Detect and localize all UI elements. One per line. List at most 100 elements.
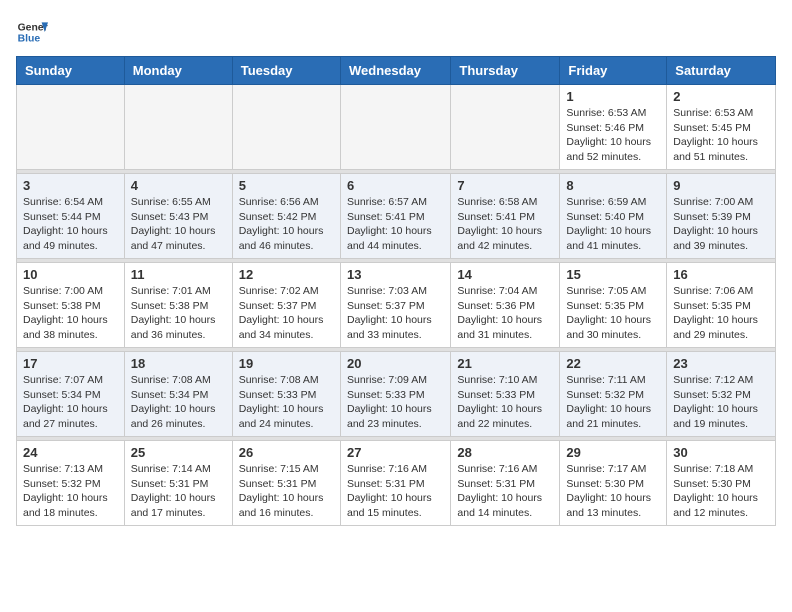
day-info: Sunrise: 6:55 AM Sunset: 5:43 PM Dayligh… [131,195,226,254]
day-number: 20 [347,356,444,371]
day-info: Sunrise: 7:17 AM Sunset: 5:30 PM Dayligh… [566,462,660,521]
day-number: 5 [239,178,334,193]
day-number: 19 [239,356,334,371]
day-cell-8: 8 Sunrise: 6:59 AM Sunset: 5:40 PM Daylig… [560,174,667,259]
weekday-header-friday: Friday [560,57,667,85]
day-info: Sunrise: 7:13 AM Sunset: 5:32 PM Dayligh… [23,462,118,521]
day-cell-19: 19 Sunrise: 7:08 AM Sunset: 5:33 PM Dayli… [232,352,340,437]
weekday-header-row: SundayMondayTuesdayWednesdayThursdayFrid… [17,57,776,85]
empty-cell [340,85,450,170]
day-number: 30 [673,445,769,460]
day-info: Sunrise: 7:10 AM Sunset: 5:33 PM Dayligh… [457,373,553,432]
day-number: 29 [566,445,660,460]
weekday-header-monday: Monday [124,57,232,85]
day-cell-12: 12 Sunrise: 7:02 AM Sunset: 5:37 PM Dayli… [232,263,340,348]
day-info: Sunrise: 7:08 AM Sunset: 5:33 PM Dayligh… [239,373,334,432]
day-number: 14 [457,267,553,282]
day-cell-21: 21 Sunrise: 7:10 AM Sunset: 5:33 PM Dayli… [451,352,560,437]
week-row-5: 24 Sunrise: 7:13 AM Sunset: 5:32 PM Dayli… [17,441,776,526]
day-cell-4: 4Sunrise: 6:55 AM Sunset: 5:43 PM Daylig… [124,174,232,259]
logo-icon: General Blue [16,16,48,48]
day-info: Sunrise: 7:16 AM Sunset: 5:31 PM Dayligh… [457,462,553,521]
day-info: Sunrise: 7:00 AM Sunset: 5:39 PM Dayligh… [673,195,769,254]
day-cell-29: 29 Sunrise: 7:17 AM Sunset: 5:30 PM Dayli… [560,441,667,526]
day-cell-22: 22Sunrise: 7:11 AM Sunset: 5:32 PM Dayli… [560,352,667,437]
empty-cell [17,85,125,170]
day-number: 10 [23,267,118,282]
weekday-header-saturday: Saturday [667,57,776,85]
day-number: 15 [566,267,660,282]
day-number: 6 [347,178,444,193]
day-number: 21 [457,356,553,371]
day-cell-18: 18 Sunrise: 7:08 AM Sunset: 5:34 PM Dayli… [124,352,232,437]
day-info: Sunrise: 7:04 AM Sunset: 5:36 PM Dayligh… [457,284,553,343]
week-row-3: 10 Sunrise: 7:00 AM Sunset: 5:38 PM Dayli… [17,263,776,348]
day-info: Sunrise: 7:05 AM Sunset: 5:35 PM Dayligh… [566,284,660,343]
empty-cell [451,85,560,170]
day-number: 18 [131,356,226,371]
day-number: 26 [239,445,334,460]
day-number: 24 [23,445,118,460]
week-row-2: 3Sunrise: 6:54 AM Sunset: 5:44 PM Daylig… [17,174,776,259]
day-number: 25 [131,445,226,460]
day-cell-26: 26 Sunrise: 7:15 AM Sunset: 5:31 PM Dayli… [232,441,340,526]
day-number: 7 [457,178,553,193]
day-info: Sunrise: 7:14 AM Sunset: 5:31 PM Dayligh… [131,462,226,521]
logo: General Blue [16,16,52,48]
day-cell-17: 17Sunrise: 7:07 AM Sunset: 5:34 PM Dayli… [17,352,125,437]
day-cell-23: 23 Sunrise: 7:12 AM Sunset: 5:32 PM Dayli… [667,352,776,437]
day-cell-25: 25 Sunrise: 7:14 AM Sunset: 5:31 PM Dayli… [124,441,232,526]
day-number: 27 [347,445,444,460]
day-cell-6: 6 Sunrise: 6:57 AM Sunset: 5:41 PM Daylig… [340,174,450,259]
day-info: Sunrise: 7:08 AM Sunset: 5:34 PM Dayligh… [131,373,226,432]
day-info: Sunrise: 6:59 AM Sunset: 5:40 PM Dayligh… [566,195,660,254]
day-cell-20: 20 Sunrise: 7:09 AM Sunset: 5:33 PM Dayli… [340,352,450,437]
day-number: 3 [23,178,118,193]
day-number: 23 [673,356,769,371]
day-cell-3: 3Sunrise: 6:54 AM Sunset: 5:44 PM Daylig… [17,174,125,259]
day-info: Sunrise: 7:01 AM Sunset: 5:38 PM Dayligh… [131,284,226,343]
weekday-header-sunday: Sunday [17,57,125,85]
day-info: Sunrise: 7:18 AM Sunset: 5:30 PM Dayligh… [673,462,769,521]
empty-cell [124,85,232,170]
day-cell-15: 15 Sunrise: 7:05 AM Sunset: 5:35 PM Dayli… [560,263,667,348]
week-row-1: 1 Sunrise: 6:53 AM Sunset: 5:46 PM Daylig… [17,85,776,170]
weekday-header-tuesday: Tuesday [232,57,340,85]
day-number: 11 [131,267,226,282]
day-cell-24: 24 Sunrise: 7:13 AM Sunset: 5:32 PM Dayli… [17,441,125,526]
day-info: Sunrise: 6:56 AM Sunset: 5:42 PM Dayligh… [239,195,334,254]
day-number: 2 [673,89,769,104]
day-cell-7: 7Sunrise: 6:58 AM Sunset: 5:41 PM Daylig… [451,174,560,259]
day-info: Sunrise: 7:00 AM Sunset: 5:38 PM Dayligh… [23,284,118,343]
day-cell-1: 1 Sunrise: 6:53 AM Sunset: 5:46 PM Daylig… [560,85,667,170]
weekday-header-wednesday: Wednesday [340,57,450,85]
day-number: 8 [566,178,660,193]
day-cell-28: 28Sunrise: 7:16 AM Sunset: 5:31 PM Dayli… [451,441,560,526]
day-info: Sunrise: 6:57 AM Sunset: 5:41 PM Dayligh… [347,195,444,254]
day-number: 9 [673,178,769,193]
day-info: Sunrise: 7:07 AM Sunset: 5:34 PM Dayligh… [23,373,118,432]
day-number: 22 [566,356,660,371]
day-info: Sunrise: 7:02 AM Sunset: 5:37 PM Dayligh… [239,284,334,343]
day-cell-9: 9 Sunrise: 7:00 AM Sunset: 5:39 PM Daylig… [667,174,776,259]
empty-cell [232,85,340,170]
day-info: Sunrise: 7:12 AM Sunset: 5:32 PM Dayligh… [673,373,769,432]
day-number: 16 [673,267,769,282]
day-cell-27: 27 Sunrise: 7:16 AM Sunset: 5:31 PM Dayli… [340,441,450,526]
day-info: Sunrise: 6:53 AM Sunset: 5:46 PM Dayligh… [566,106,660,165]
day-info: Sunrise: 7:09 AM Sunset: 5:33 PM Dayligh… [347,373,444,432]
day-cell-16: 16 Sunrise: 7:06 AM Sunset: 5:35 PM Dayli… [667,263,776,348]
day-number: 1 [566,89,660,104]
day-cell-13: 13 Sunrise: 7:03 AM Sunset: 5:37 PM Dayli… [340,263,450,348]
day-number: 12 [239,267,334,282]
day-cell-2: 2 Sunrise: 6:53 AM Sunset: 5:45 PM Daylig… [667,85,776,170]
day-info: Sunrise: 7:03 AM Sunset: 5:37 PM Dayligh… [347,284,444,343]
day-cell-5: 5 Sunrise: 6:56 AM Sunset: 5:42 PM Daylig… [232,174,340,259]
day-info: Sunrise: 6:53 AM Sunset: 5:45 PM Dayligh… [673,106,769,165]
day-info: Sunrise: 7:15 AM Sunset: 5:31 PM Dayligh… [239,462,334,521]
day-number: 13 [347,267,444,282]
day-info: Sunrise: 7:16 AM Sunset: 5:31 PM Dayligh… [347,462,444,521]
svg-text:Blue: Blue [18,34,41,45]
day-info: Sunrise: 7:06 AM Sunset: 5:35 PM Dayligh… [673,284,769,343]
page-header: General Blue [16,16,776,48]
